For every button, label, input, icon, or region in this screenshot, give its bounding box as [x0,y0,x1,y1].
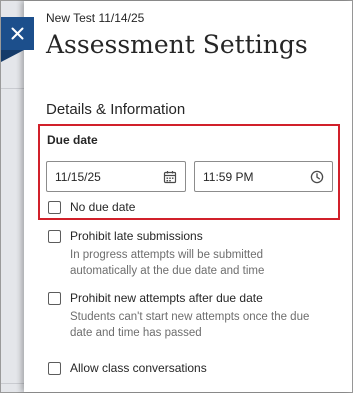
due-time-value: 11:59 PM [203,169,254,184]
no-due-date-checkbox-row[interactable]: No due date [48,200,135,214]
due-date-input[interactable]: 11/15/25 [46,161,186,192]
no-due-date-label: No due date [70,200,136,214]
helper-line: Students can't start new attempts once t… [70,311,310,323]
helper-line: date and time has passed [70,327,202,339]
prohibit-new-attempts-checkbox[interactable] [48,291,61,305]
section-title: Details & Information [46,101,186,118]
close-button-tab [1,50,24,62]
due-date-label: Due date [47,133,98,147]
calendar-icon[interactable] [163,170,177,184]
prohibit-late-checkbox[interactable] [48,229,61,243]
due-time-input[interactable]: 11:59 PM [194,161,333,192]
close-icon [11,27,24,40]
panel-subtitle: New Test 11/14/25 [46,11,145,25]
allow-conversations-checkbox[interactable] [48,361,61,375]
allow-conversations-label: Allow class conversations [70,361,207,375]
prohibit-late-checkbox-row[interactable]: Prohibit late submissions [48,229,203,243]
prohibit-new-attempts-helper: Students can't start new attempts once t… [70,309,330,341]
prohibit-late-helper: In progress attempts will be submitted a… [70,247,330,279]
no-due-date-checkbox[interactable] [48,200,61,214]
helper-line: automatically at the due date and time [70,265,265,277]
prohibit-new-attempts-checkbox-row[interactable]: Prohibit new attempts after due date [48,291,263,305]
background-divider [1,383,24,384]
helper-line: In progress attempts will be submitted [70,249,264,261]
allow-conversations-checkbox-row[interactable]: Allow class conversations [48,361,207,375]
page-title: Assessment Settings [46,30,308,59]
clock-icon[interactable] [310,170,324,184]
background-divider [1,88,24,89]
prohibit-new-attempts-label: Prohibit new attempts after due date [70,291,263,305]
close-button[interactable] [1,17,34,50]
prohibit-late-label: Prohibit late submissions [70,229,203,243]
due-date-value: 11/15/25 [55,169,101,184]
